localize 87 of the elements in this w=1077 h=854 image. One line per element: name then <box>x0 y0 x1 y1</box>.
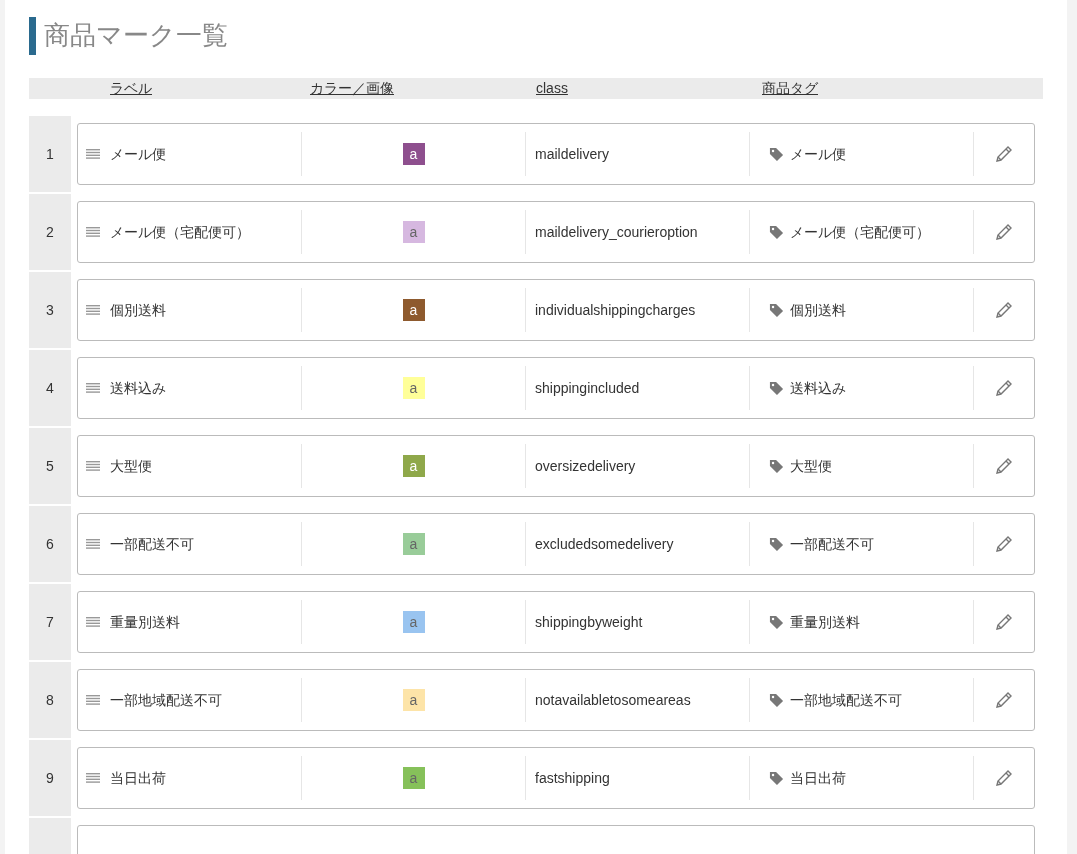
tag-text: 一部配送不可 <box>790 534 874 554</box>
tag-icon <box>769 770 784 786</box>
tag-icon <box>769 614 784 630</box>
label-text: 重量別送料 <box>110 612 180 632</box>
color-swatch: a <box>402 377 425 399</box>
title-accent-bar <box>29 16 36 55</box>
color-swatch: a <box>402 611 425 633</box>
tag-icon <box>769 458 784 474</box>
class-text: individualshippingcharges <box>535 300 696 320</box>
tag-text: 送料込み <box>790 378 846 398</box>
row-card[interactable]: メール便 a maildelivery メール便 <box>77 123 1035 185</box>
row-number: 6 <box>29 506 71 582</box>
drag-handle-icon[interactable] <box>86 773 100 783</box>
color-swatch: a <box>402 689 425 711</box>
color-swatch: a <box>402 533 425 555</box>
color-swatch: a <box>402 767 425 789</box>
drag-handle-icon[interactable] <box>86 617 100 627</box>
drag-handle-icon[interactable] <box>86 539 100 549</box>
color-swatch: a <box>402 455 425 477</box>
page-title: 商品マーク一覧 <box>44 19 228 52</box>
row-number: 2 <box>29 194 71 270</box>
color-swatch: a <box>402 299 425 321</box>
class-text: notavailabletosomeareas <box>535 690 691 710</box>
tag-text: メール便 <box>790 144 846 164</box>
column-header-link[interactable]: 商品タグ <box>762 80 818 96</box>
pencil-icon <box>994 378 1014 398</box>
class-text: maildelivery_courieroption <box>535 222 698 242</box>
label-text: 一部地域配送不可 <box>110 690 222 710</box>
class-text: excludedsomedelivery <box>535 534 674 554</box>
row-number: 4 <box>29 350 71 426</box>
tag-text: 大型便 <box>790 456 832 476</box>
label-text: メール便（宅配便可） <box>110 222 250 242</box>
row-number: 5 <box>29 428 71 504</box>
class-text: oversizedelivery <box>535 456 636 476</box>
class-text: shippingbyweight <box>535 612 643 632</box>
class-text: fastshipping <box>535 768 610 788</box>
drag-handle-icon[interactable] <box>86 383 100 393</box>
tag-icon <box>769 302 784 318</box>
column-header-link[interactable]: class <box>536 80 568 96</box>
label-text: 個別送料 <box>110 300 166 320</box>
label-text: 当日出荷 <box>110 768 166 788</box>
drag-handle-icon[interactable] <box>86 227 100 237</box>
pencil-icon <box>994 768 1014 788</box>
row-card[interactable]: 大型便 a oversizedelivery 大型便 <box>77 435 1035 497</box>
label-text: 送料込み <box>110 378 166 398</box>
row-number: 7 <box>29 584 71 660</box>
tag-text: 一部地域配送不可 <box>790 690 902 710</box>
tag-icon <box>769 536 784 552</box>
color-swatch: a <box>402 221 425 243</box>
row-card[interactable]: メール便（宅配便可） a maildelivery_courieroption メール便（宅配便可） <box>77 201 1035 263</box>
row-number: 9 <box>29 740 71 816</box>
tag-icon <box>769 146 784 162</box>
pencil-icon <box>994 612 1014 632</box>
label-text: 大型便 <box>110 456 152 476</box>
row-card[interactable]: 個別送料 a individualshippingcharges 個別送料 <box>77 279 1035 341</box>
row-number: 1 <box>29 116 71 192</box>
tag-text: 当日出荷 <box>790 768 846 788</box>
pencil-icon <box>994 300 1014 320</box>
tag-icon <box>769 692 784 708</box>
pencil-icon <box>994 222 1014 242</box>
row-card[interactable]: 重量別送料 a shippingbyweight 重量別送料 <box>77 591 1035 653</box>
row-card[interactable]: 一部地域配送不可 a notavailabletosomeareas 一部地域配送不可 <box>77 669 1035 731</box>
color-swatch: a <box>402 143 425 165</box>
drag-handle-icon[interactable] <box>86 149 100 159</box>
tag-text: メール便（宅配便可） <box>790 222 930 242</box>
pencil-icon <box>994 690 1014 710</box>
row-number: 3 <box>29 272 71 348</box>
label-text: 一部配送不可 <box>110 534 194 554</box>
tag-icon <box>769 224 784 240</box>
pencil-icon <box>994 144 1014 164</box>
tag-icon <box>769 380 784 396</box>
tag-text: 個別送料 <box>790 300 846 320</box>
row-number: 8 <box>29 662 71 738</box>
class-text: maildelivery <box>535 144 609 164</box>
row-card[interactable]: 当日出荷 a fastshipping 当日出荷 <box>77 747 1035 809</box>
drag-handle-icon[interactable] <box>86 305 100 315</box>
label-text: メール便 <box>110 144 166 164</box>
pencil-icon <box>994 456 1014 476</box>
row-card[interactable]: 一部配送不可 a excludedsomedelivery 一部配送不可 <box>77 513 1035 575</box>
drag-handle-icon[interactable] <box>86 461 100 471</box>
class-text: shippingincluded <box>535 378 640 398</box>
pencil-icon <box>994 534 1014 554</box>
tag-text: 重量別送料 <box>790 612 860 632</box>
drag-handle-icon[interactable] <box>86 695 100 705</box>
column-header-link[interactable]: ラベル <box>110 80 152 96</box>
column-header-link[interactable]: カラー／画像 <box>310 80 394 96</box>
row-card[interactable]: 送料込み a shippingincluded 送料込み <box>77 357 1035 419</box>
